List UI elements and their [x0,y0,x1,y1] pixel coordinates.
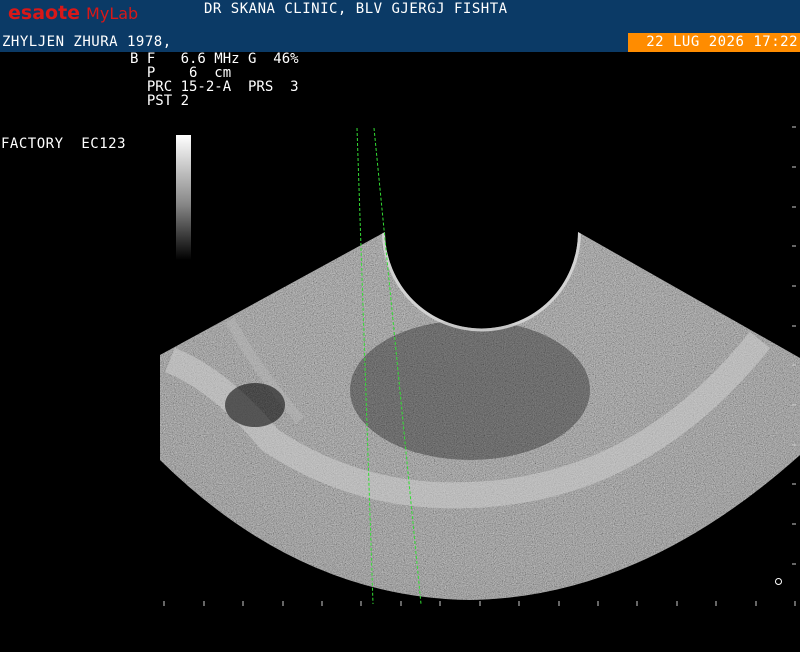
sector-scan [160,232,800,600]
lateral-scale [163,601,796,606]
ultrasound-image [160,126,800,606]
focus-marker-icon [775,578,782,585]
depth-scale [792,126,796,565]
